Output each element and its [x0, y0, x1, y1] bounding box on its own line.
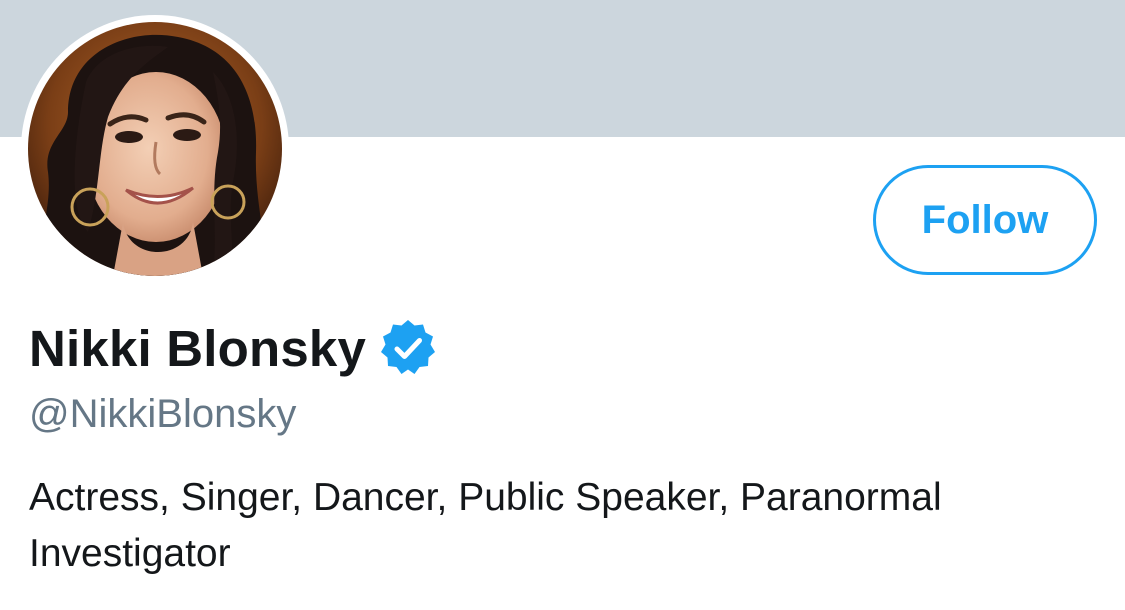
profile-bio: Actress, Singer, Dancer, Public Speaker,…: [29, 476, 942, 575]
name-row: Nikki Blonsky: [29, 318, 438, 378]
avatar-border: [21, 15, 289, 283]
verified-badge-icon: [381, 320, 436, 374]
avatar-photo: [28, 22, 282, 276]
user-handle: @NikkiBlonsky: [29, 392, 297, 436]
avatar[interactable]: [28, 22, 282, 276]
display-name: Nikki Blonsky: [29, 319, 367, 377]
profile-header: Follow Nikki Blonsky @NikkiBlonsky Actre…: [0, 0, 1125, 610]
follow-button[interactable]: Follow: [873, 165, 1097, 275]
